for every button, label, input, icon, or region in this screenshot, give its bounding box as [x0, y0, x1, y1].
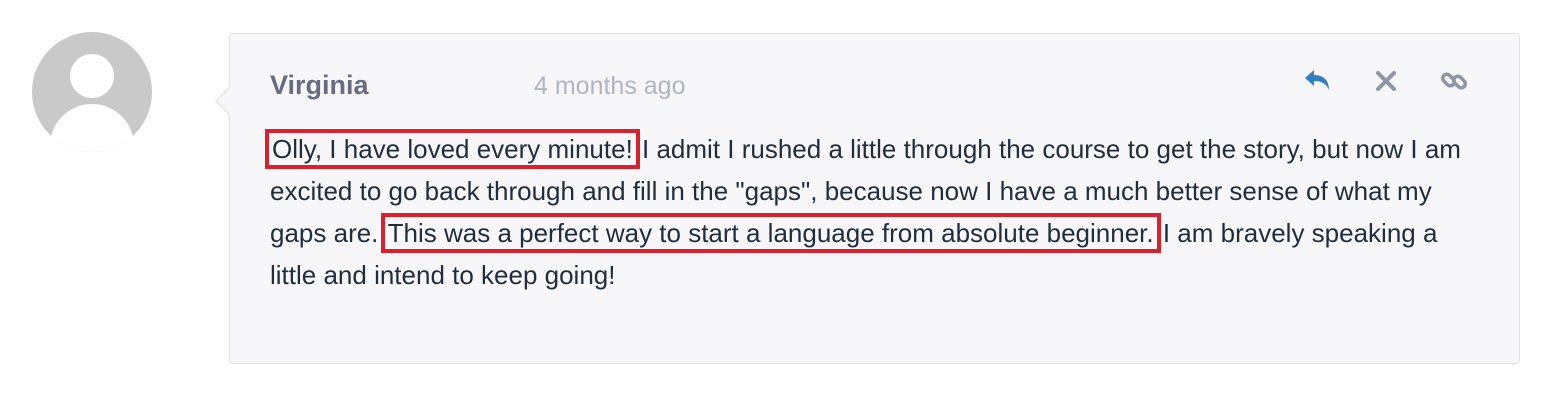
- reply-button[interactable]: [1301, 64, 1335, 98]
- highlighted-text: Olly, I have loved every minute!: [265, 129, 640, 169]
- comment-timestamp[interactable]: 4 months ago: [534, 72, 686, 101]
- comment-pointer: [215, 86, 231, 116]
- comment-actions: [1301, 64, 1471, 98]
- permalink-button[interactable]: [1437, 64, 1471, 98]
- avatar: [32, 32, 152, 152]
- close-icon: [1376, 71, 1396, 91]
- highlighted-text: This was a perfect way to start a langua…: [380, 213, 1161, 253]
- link-icon: [1440, 72, 1468, 90]
- comment-author[interactable]: Virginia: [270, 70, 369, 101]
- reply-icon: [1305, 70, 1329, 90]
- avatar-shoulders: [50, 104, 134, 152]
- comment-card: Virginia 4 months ago Olly, I have loved…: [215, 33, 1520, 364]
- avatar-head: [70, 54, 114, 98]
- comment-body: Olly, I have loved every minute! I admit…: [265, 128, 1490, 296]
- delete-button[interactable]: [1369, 64, 1403, 98]
